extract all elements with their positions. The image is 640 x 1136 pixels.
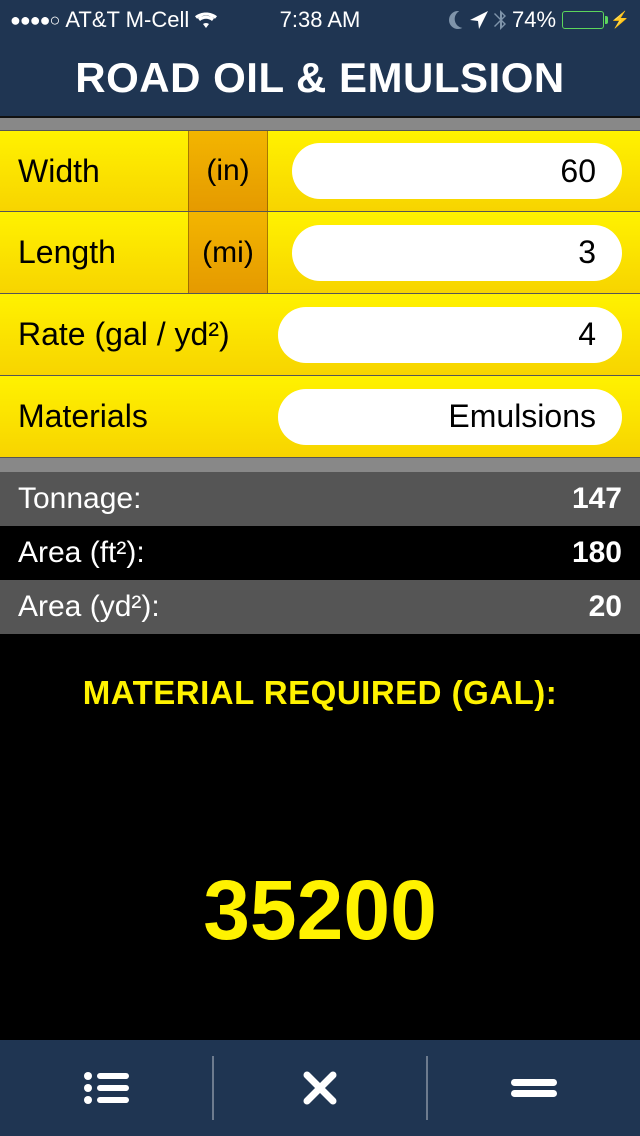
battery-percent: 74%: [512, 7, 556, 33]
rate-label: Rate (gal / yd²): [18, 316, 278, 353]
status-bar: ●●●●○ AT&T M-Cell 7:38 AM 74% ⚡: [0, 0, 640, 40]
materials-row: Materials Emulsions: [0, 376, 640, 458]
status-time: 7:38 AM: [280, 7, 361, 33]
wifi-icon: [195, 11, 217, 29]
list-button[interactable]: [0, 1053, 212, 1123]
length-label: Length: [18, 234, 188, 271]
materials-label: Materials: [18, 398, 278, 435]
area-ft2-value: 180: [572, 536, 622, 570]
tonnage-row: Tonnage: 147: [0, 472, 640, 526]
length-row: Length (mi) 3: [0, 212, 640, 294]
area-ft2-label: Area (ft²):: [18, 536, 145, 570]
results-section: Tonnage: 147 Area (ft²): 180 Area (yd²):…: [0, 472, 640, 959]
material-required-heading: MATERIAL REQUIRED (GAL):: [0, 674, 640, 712]
bluetooth-icon: [494, 10, 506, 30]
width-row: Width (in) 60: [0, 130, 640, 212]
list-icon: [83, 1071, 129, 1105]
length-input[interactable]: 3: [292, 225, 622, 281]
inputs-section: Width (in) 60 Length (mi) 3 Rate (gal / …: [0, 118, 640, 472]
status-left: ●●●●○ AT&T M-Cell: [10, 7, 280, 33]
rate-input[interactable]: 4: [278, 307, 622, 363]
carrier-label: AT&T M-Cell: [65, 7, 189, 33]
material-required-section: MATERIAL REQUIRED (GAL): 35200: [0, 634, 640, 959]
rate-row: Rate (gal / yd²) 4: [0, 294, 640, 376]
signal-dots-icon: ●●●●○: [10, 10, 59, 31]
location-arrow-icon: [470, 11, 488, 29]
moon-icon: [446, 11, 464, 29]
length-unit-button[interactable]: (mi): [188, 212, 268, 293]
material-required-value: 35200: [0, 862, 640, 959]
menu-icon: [511, 1077, 557, 1099]
battery-icon: [562, 11, 604, 29]
bottom-toolbar: [0, 1040, 640, 1136]
materials-select[interactable]: Emulsions: [278, 389, 622, 445]
status-right: 74% ⚡: [360, 7, 630, 33]
area-yd2-row: Area (yd²): 20: [0, 580, 640, 634]
tonnage-label: Tonnage:: [18, 482, 141, 516]
close-button[interactable]: [214, 1053, 426, 1123]
area-yd2-label: Area (yd²):: [18, 590, 160, 624]
tonnage-value: 147: [572, 482, 622, 516]
page-title: ROAD OIL & EMULSION: [0, 40, 640, 118]
menu-button[interactable]: [428, 1053, 640, 1123]
width-input[interactable]: 60: [292, 143, 622, 199]
width-unit-button[interactable]: (in): [188, 131, 268, 211]
area-ft2-row: Area (ft²): 180: [0, 526, 640, 580]
charging-bolt-icon: ⚡: [610, 10, 630, 30]
width-label: Width: [18, 153, 188, 190]
area-yd2-value: 20: [589, 590, 622, 624]
close-icon: [303, 1071, 337, 1105]
